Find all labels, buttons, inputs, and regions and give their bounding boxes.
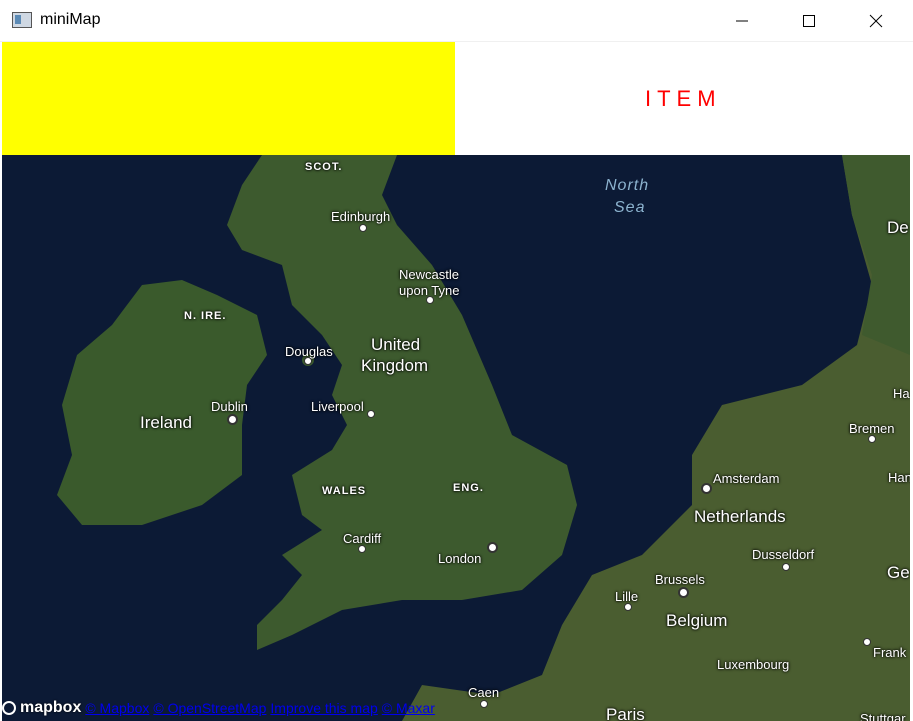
label-lille: Lille [615, 589, 639, 604]
city-dot-newcastle [426, 296, 434, 304]
label-newcastle-1: Newcastle [399, 267, 459, 282]
label-dusseldorf: Dusseldorf [752, 547, 815, 562]
capital-dot-brussels [678, 587, 689, 598]
city-dot-liverpool [367, 410, 375, 418]
label-ireland: Ireland [140, 413, 192, 432]
attribution-link-mapbox[interactable]: © Mapbox [85, 700, 149, 716]
city-dot-caen [480, 700, 488, 708]
satellite-map [2, 155, 910, 721]
label-belgium: Belgium [666, 611, 728, 630]
label-sea: Sea [614, 199, 646, 216]
city-dot-dusseldorf [782, 563, 790, 571]
map-attribution: mapbox © Mapbox © OpenStreetMap Improve … [2, 697, 435, 719]
window-title: miniMap [40, 11, 101, 28]
city-dot-edinburgh [359, 224, 367, 232]
attribution-link-maxar[interactable]: © Maxar [382, 700, 435, 716]
label-luxembourg: Luxembourg [717, 657, 790, 672]
label-liverpool: Liverpool [311, 399, 364, 414]
label-scot: SCOT. [305, 161, 343, 173]
label-edinburgh: Edinburgh [331, 209, 391, 224]
attribution-link-openstreetmap[interactable]: © OpenStreetMap [153, 700, 266, 716]
capital-dot-london [487, 542, 498, 553]
city-dot-lille [624, 603, 632, 611]
label-amsterdam: Amsterdam [713, 471, 780, 486]
label-brussels: Brussels [655, 572, 705, 587]
label-dublin: Dublin [211, 399, 248, 414]
title-bar: miniMap [0, 0, 913, 42]
map-view[interactable]: SCOT. North Sea Edinburgh Newcastle upon… [2, 155, 910, 721]
mapbox-logo[interactable]: mapbox [2, 699, 81, 717]
minimize-button[interactable] [709, 0, 775, 41]
label-stuttgart: Stuttgar [860, 711, 906, 721]
label-kingdom: Kingdom [361, 356, 429, 375]
label-ge: Ge [887, 563, 910, 582]
mapbox-logo-icon [2, 701, 16, 715]
mapbox-logo-text: mapbox [20, 699, 82, 716]
label-de: De [887, 218, 909, 237]
label-caen: Caen [468, 685, 500, 700]
label-north: North [605, 177, 650, 194]
capital-dot-amsterdam [701, 483, 712, 494]
city-dot-cardiff [358, 545, 366, 553]
label-london: London [438, 551, 482, 566]
close-icon [869, 14, 883, 27]
label-wales: WALES [322, 485, 367, 497]
city-dot-frankfurt [863, 638, 871, 646]
label-netherlands: Netherlands [694, 507, 786, 526]
label-paris: Paris [606, 705, 645, 721]
maximize-icon [803, 14, 815, 27]
minimize-icon [736, 20, 748, 21]
attribution-link-improve-map[interactable]: Improve this map [270, 700, 377, 716]
item-label: ITEM [645, 86, 722, 111]
label-n-ire: N. IRE. [184, 310, 227, 322]
maximize-button[interactable] [776, 0, 842, 41]
label-united: United [371, 335, 421, 354]
app-icon [12, 12, 32, 28]
label-bremen: Bremen [849, 421, 895, 436]
yellow-panel [2, 42, 455, 155]
label-eng: ENG. [453, 482, 484, 494]
label-frank: Frank [873, 645, 907, 660]
close-button[interactable] [843, 0, 909, 41]
city-dot-douglas [304, 357, 312, 365]
label-ha: Ha [893, 386, 910, 401]
capital-dot-dublin [227, 414, 238, 425]
label-han: Han [888, 470, 910, 485]
label-cardiff: Cardiff [343, 531, 382, 546]
city-dot-bremen [868, 435, 876, 443]
